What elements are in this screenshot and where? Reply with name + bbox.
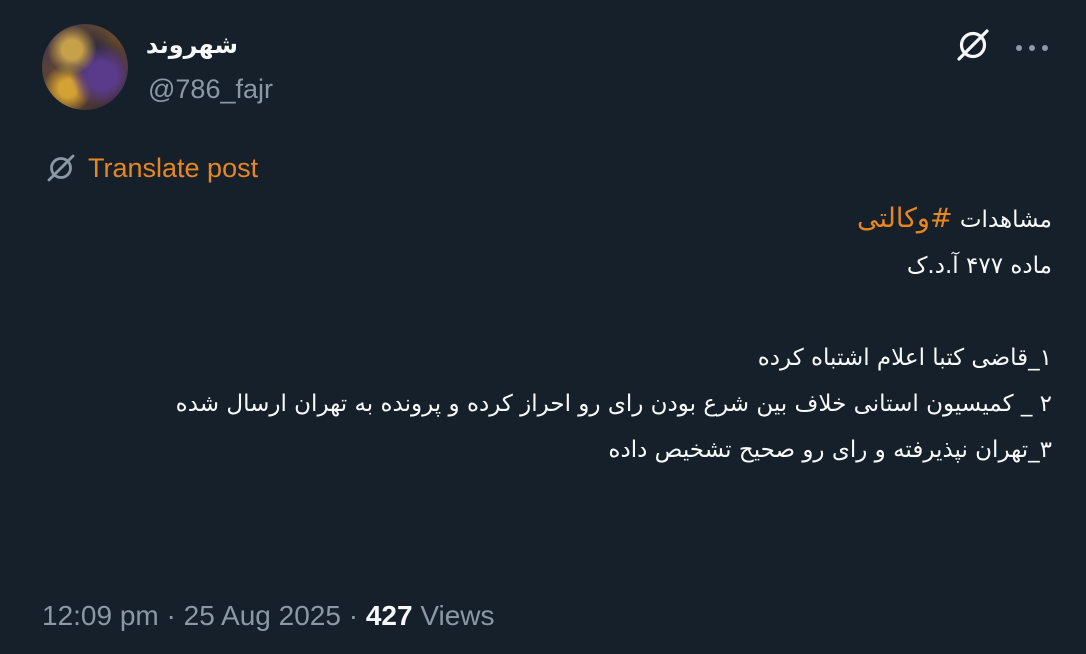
meta-separator: · xyxy=(166,600,176,631)
post-line-3: ۱_قاضی کتبا اعلام اشتباه کرده xyxy=(757,345,1052,371)
post-line-1-text: مشاهدات xyxy=(952,207,1052,233)
post-line-5: ۳_تهران نپذیرفته و رای رو صحیح تشخیص داد… xyxy=(608,437,1052,463)
more-options-button[interactable] xyxy=(1010,26,1054,68)
post-line-4: ۲ _ کمیسیون استانی خلاف بین شرع بودن رای… xyxy=(175,391,1052,417)
post-meta: 12:09 pm · 25 Aug 2025 · 427 Views xyxy=(42,598,495,634)
translate-label: Translate post xyxy=(88,152,259,183)
post-time[interactable]: 12:09 pm xyxy=(42,600,159,631)
post-line-1: مشاهدات #وکالتی xyxy=(42,196,1052,243)
grok-icon xyxy=(954,26,992,68)
avatar[interactable] xyxy=(42,24,128,110)
author-display-name[interactable]: شهروند xyxy=(146,30,238,60)
more-options-icon xyxy=(1015,38,1049,57)
translate-post-link[interactable]: Translate post xyxy=(44,148,258,188)
post-line-2: ماده ۴۷۷ آ.د.ک xyxy=(906,253,1052,279)
hashtag-link[interactable]: #وکالتی xyxy=(857,203,953,234)
grok-button[interactable] xyxy=(952,26,994,68)
translate-icon xyxy=(44,151,78,185)
post-body: مشاهدات #وکالتی ماده ۴۷۷ آ.د.ک ۱_قاضی کت… xyxy=(42,196,1052,473)
views-count[interactable]: 427 xyxy=(366,600,413,631)
meta-separator: · xyxy=(348,600,359,631)
views-label: Views xyxy=(420,600,495,631)
post-date[interactable]: 25 Aug 2025 xyxy=(184,600,341,631)
post-container: شهروند @786_fajr Translate post مشاهدات … xyxy=(0,0,1086,654)
author-handle[interactable]: @786_fajr xyxy=(148,72,273,106)
